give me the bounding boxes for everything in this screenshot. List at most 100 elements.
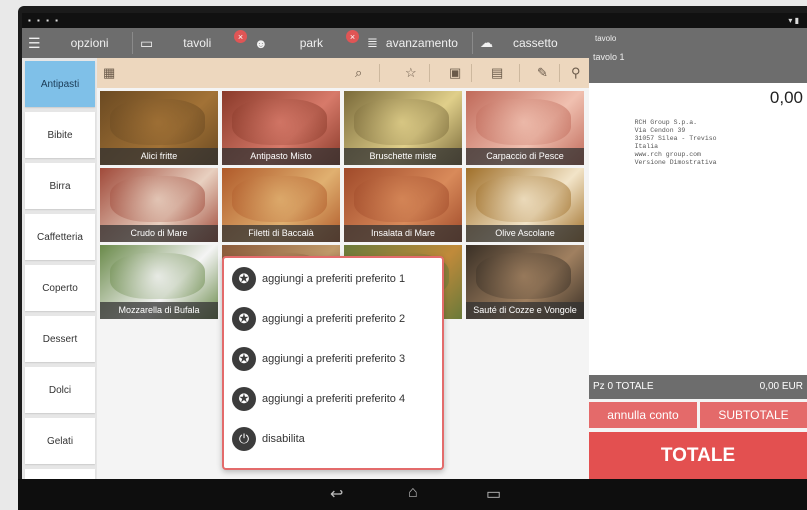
total-bar-left: Pz 0 TOTALE [593,381,654,392]
options-label: opzioni [70,36,109,50]
product-photo [110,99,205,145]
tables-button[interactable]: ▭ tavoli [140,28,211,58]
category-bibite[interactable]: Bibite [25,112,95,158]
amount-display: 0,00 [589,83,807,113]
drawer-label: cassetto [513,36,558,50]
product-photo [232,99,327,145]
receipt-preview: RCH Group S.p.a. Via Cendon 39 31057 Sil… [589,113,807,375]
category-more[interactable] [25,469,95,479]
option-label: disabilita [262,433,305,445]
recents-icon[interactable]: ▭ [486,484,501,504]
subtotal-button[interactable]: SUBTOTALE [700,402,807,428]
park-button[interactable]: ☻ park [254,28,323,58]
product-label: Mozzarella di Bufala [100,302,218,319]
total-bar-label: TOTALE [615,381,654,392]
home-icon[interactable]: ⌂ [408,484,418,502]
star-icon[interactable]: ☆ [405,65,417,81]
order-header-left: tavolo [595,34,617,43]
drawer-icon: ☁ [480,35,493,50]
receipt-text: RCH Group S.p.a. Via Cendon 39 31057 Sil… [634,119,717,166]
product-tile[interactable]: Insalata di Mare [344,168,462,242]
status-bar: ▪ ▪ ▪ ▪ ▾ ▮ [22,13,807,28]
divider [379,64,380,82]
product-tile[interactable]: Bruschette miste [344,91,462,165]
options-button[interactable]: ☰ opzioni [28,28,109,58]
order-header: tavolo tavolo 1 [589,28,807,83]
android-nav-bar: ↩ ⌂ ▭ [18,479,807,510]
product-label: Antipasto Misto [222,148,340,165]
tiles-icon[interactable]: ▣ [449,65,461,81]
edit-icon[interactable]: ✎ [537,65,548,81]
category-antipasti[interactable]: Antipasti [25,61,95,107]
category-gelati[interactable]: Gelati [25,418,95,464]
product-tile[interactable]: Antipasto Misto [222,91,340,165]
product-tile[interactable]: Mozzarella di Bufala [100,245,218,319]
disable-option[interactable]: ⏻ disabilita [232,425,305,453]
add-favorite-3-option[interactable]: ✪ aggiungi a preferiti preferito 3 [232,345,405,373]
order-subheader: tavolo 1 [593,52,625,62]
product-tile[interactable]: Olive Ascolane [466,168,584,242]
progress-label: avanzamento [385,36,458,50]
search-icon[interactable]: ⌕ [355,65,362,81]
cancel-bill-button[interactable]: annulla conto [589,402,697,428]
status-icons-left: ▪ ▪ ▪ ▪ [28,16,61,25]
add-favorite-4-option[interactable]: ✪ aggiungi a preferiti preferito 4 [232,385,405,413]
option-label: aggiungi a preferiti preferito 3 [262,353,406,365]
pieces-count: Pz 0 [593,381,614,392]
star-icon: ✪ [232,267,256,291]
product-tile[interactable]: Carpaccio di Pesce [466,91,584,165]
product-tile[interactable]: Filetti di Baccalà [222,168,340,242]
product-photo [110,253,205,299]
category-dessert[interactable]: Dessert [25,316,95,362]
favorites-popup: ✪ aggiungi a preferiti preferito 1 ✪ agg… [222,256,444,470]
category-dolci[interactable]: Dolci [25,367,95,413]
park-label: park [299,36,324,50]
category-birra[interactable]: Birra [25,163,95,209]
drawer-button[interactable]: ☁ cassetto [480,28,558,58]
add-favorite-2-option[interactable]: ✪ aggiungi a preferiti preferito 2 [232,305,405,333]
person-icon: ☻ [254,35,268,51]
divider [559,64,560,82]
progress-icon: ≣ [367,35,378,50]
grid-view-icon[interactable]: ▦ [103,65,115,81]
option-label: aggiungi a preferiti preferito 2 [262,313,406,325]
category-caffetteria[interactable]: Caffetteria [25,214,95,260]
divider [471,64,472,82]
add-favorite-1-option[interactable]: ✪ aggiungi a preferiti preferito 1 [232,265,405,293]
product-label: Insalata di Mare [344,225,462,242]
divider [519,64,520,82]
star-icon: ✪ [232,347,256,371]
product-photo [354,176,449,222]
park-badge: × [346,30,359,43]
product-toolbar: ▦ ⌕ ☆ ▣ ▤ ✎ ⚲ [97,58,589,88]
back-icon[interactable]: ↩ [330,484,343,504]
app-screen: ▪ ▪ ▪ ▪ ▾ ▮ ☰ opzioni ▭ tavoli × ☻ park … [22,13,807,479]
total-bar: Pz 0 TOTALE 0,00 EUR [589,375,807,399]
product-photo [354,99,449,145]
progress-button[interactable]: ≣ avanzamento [367,28,458,58]
location-icon[interactable]: ⚲ [571,65,581,81]
product-photo [110,176,205,222]
star-icon: ✪ [232,307,256,331]
star-icon: ✪ [232,387,256,411]
product-label: Filetti di Baccalà [222,225,340,242]
option-label: aggiungi a preferiti preferito 1 [262,273,406,285]
total-button[interactable]: TOTALE [589,432,807,479]
status-icons-right: ▾ ▮ [788,16,799,25]
product-photo [476,176,571,222]
product-label: Olive Ascolane [466,225,584,242]
product-tile[interactable]: Alici fritte [100,91,218,165]
category-coperto[interactable]: Coperto [25,265,95,311]
product-tile[interactable]: Crudo di Mare [100,168,218,242]
menu-icon: ☰ [28,34,41,51]
divider [472,32,473,54]
product-photo [232,176,327,222]
table-icon: ▭ [140,34,154,51]
divider [132,32,133,54]
list-icon[interactable]: ▤ [491,65,503,81]
total-bar-value: 0,00 EUR [759,381,803,392]
category-sidebar: Antipasti Bibite Birra Caffetteria Coper… [22,58,97,479]
product-photo [476,99,571,145]
product-label: Crudo di Mare [100,225,218,242]
product-tile[interactable]: Sauté di Cozze e Vongole [466,245,584,319]
